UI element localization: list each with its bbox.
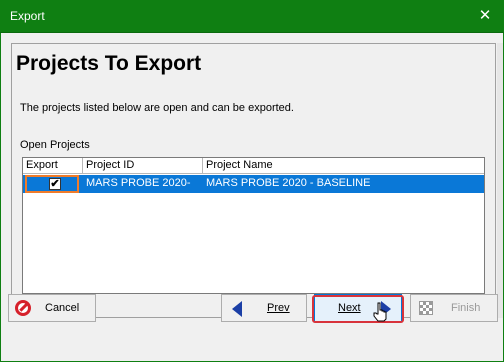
project-name-cell: MARS PROBE 2020 - BASELINE xyxy=(206,177,371,189)
prev-button[interactable]: Prev xyxy=(221,294,307,322)
cancel-button[interactable]: Cancel xyxy=(8,294,96,322)
column-header-export[interactable]: Export xyxy=(23,158,83,174)
scrollbar[interactable] xyxy=(497,43,503,318)
window-title: Export xyxy=(10,9,45,23)
hand-cursor-icon xyxy=(373,302,387,322)
title-bar: Export ✕ xyxy=(0,0,504,33)
projects-table: Export Project ID Project Name ✔ MARS PR… xyxy=(22,157,485,294)
project-id-cell: MARS PROBE 2020-U2 xyxy=(86,177,191,206)
column-header-project-id[interactable]: Project ID xyxy=(83,158,203,174)
table-header: Export Project ID Project Name xyxy=(23,158,484,174)
export-checkbox[interactable]: ✔ xyxy=(49,178,61,190)
next-button-highlight xyxy=(312,295,404,323)
checkered-flag-icon xyxy=(419,301,433,315)
export-cell[interactable]: ✔ xyxy=(25,175,79,193)
page-description: The projects listed below are open and c… xyxy=(20,102,294,114)
open-projects-label: Open Projects xyxy=(20,139,90,151)
column-header-project-name[interactable]: Project Name xyxy=(203,158,484,174)
page-title: Projects To Export xyxy=(16,52,202,75)
finish-button[interactable]: Finish xyxy=(410,294,498,322)
cancel-button-label: Cancel xyxy=(45,302,80,314)
prev-button-label: Prev xyxy=(267,302,290,314)
close-icon[interactable]: ✕ xyxy=(472,4,498,28)
table-row[interactable]: ✔ MARS PROBE 2020-U2 MARS PROBE 2020 - B… xyxy=(23,175,484,206)
cancel-circle-icon xyxy=(15,300,31,316)
arrow-left-icon xyxy=(232,301,242,317)
content-panel: Projects To Export The projects listed b… xyxy=(11,43,496,318)
finish-button-label: Finish xyxy=(451,302,481,314)
